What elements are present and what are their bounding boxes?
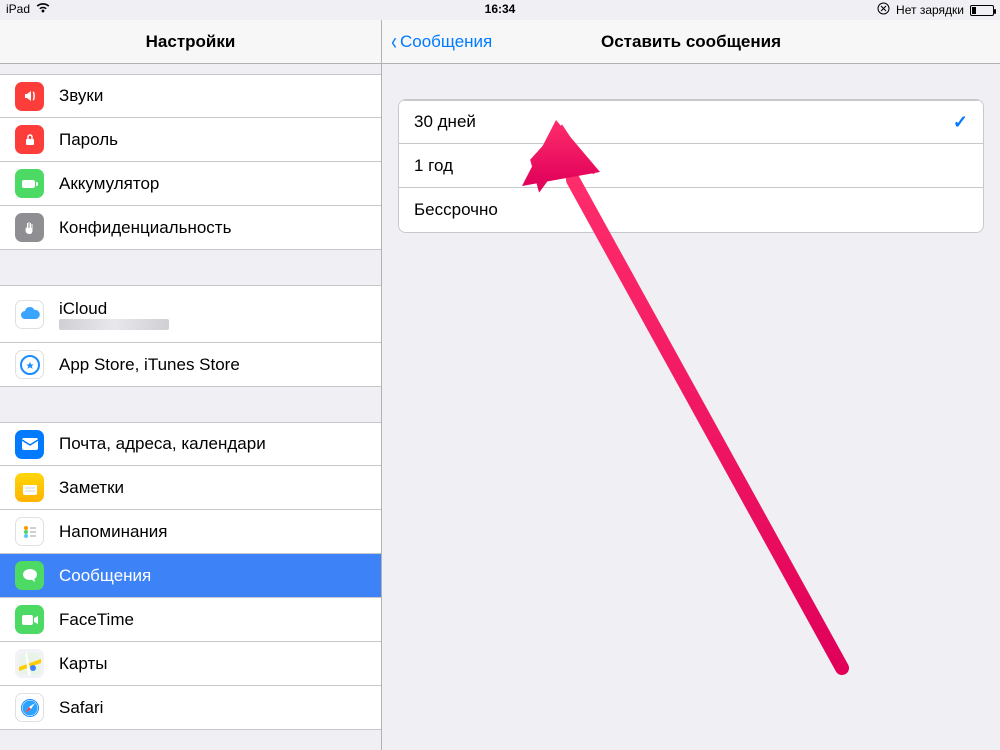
row-label: Карты [59, 654, 366, 674]
sidebar-item-battery[interactable]: Аккумулятор [0, 162, 381, 206]
sidebar-item-mail[interactable]: Почта, адреса, календари [0, 422, 381, 466]
sidebar-item-reminders[interactable]: Напоминания [0, 510, 381, 554]
option-label: 1 год [414, 156, 968, 176]
row-label: iCloud [59, 299, 169, 319]
option-label: Бессрочно [414, 200, 968, 220]
icloud-sub [59, 319, 169, 330]
not-charging-icon [877, 2, 890, 18]
charge-label: Нет зарядки [896, 3, 964, 17]
detail-pane: ‹ Сообщения Оставить сообщения 30 дней ✓… [382, 20, 1000, 750]
clock: 16:34 [0, 2, 1000, 16]
appstore-icon [15, 350, 44, 379]
row-label: Аккумулятор [59, 174, 366, 194]
sidebar-item-privacy[interactable]: Конфиденциальность [0, 206, 381, 250]
row-label: Звуки [59, 86, 366, 106]
status-bar: iPad 16:34 Нет зарядки [0, 0, 1000, 20]
lock-icon [15, 125, 44, 154]
row-label: Пароль [59, 130, 366, 150]
sidebar-header: Настройки [0, 20, 381, 64]
messages-icon [15, 561, 44, 590]
back-button[interactable]: ‹ Сообщения [382, 30, 492, 54]
back-label: Сообщения [400, 32, 492, 52]
row-label: App Store, iTunes Store [59, 355, 366, 375]
option-forever[interactable]: Бессрочно [399, 188, 983, 232]
sounds-icon [15, 82, 44, 111]
option-30-days[interactable]: 30 дней ✓ [399, 100, 983, 144]
cloud-icon [15, 300, 44, 329]
facetime-icon [15, 605, 44, 634]
sidebar-item-messages[interactable]: Сообщения [0, 554, 381, 598]
notes-icon [15, 473, 44, 502]
settings-sidebar: Настройки Звуки Пароль Аккумулятор [0, 20, 382, 750]
check-icon: ✓ [953, 112, 968, 133]
battery-icon [15, 169, 44, 198]
option-label: 30 дней [414, 112, 953, 132]
row-label: FaceTime [59, 610, 366, 630]
detail-navbar: ‹ Сообщения Оставить сообщения [382, 20, 1000, 64]
chevron-left-icon: ‹ [391, 30, 397, 54]
mail-icon [15, 430, 44, 459]
row-label: Почта, адреса, календари [59, 434, 366, 454]
row-label: Сообщения [59, 566, 366, 586]
sidebar-item-sounds[interactable]: Звуки [0, 74, 381, 118]
reminders-icon [15, 517, 44, 546]
sidebar-item-facetime[interactable]: FaceTime [0, 598, 381, 642]
hand-icon [15, 213, 44, 242]
battery-icon [970, 5, 994, 16]
keep-messages-options: 30 дней ✓ 1 год Бессрочно [398, 99, 984, 233]
maps-icon [15, 649, 44, 678]
sidebar-item-maps[interactable]: Карты [0, 642, 381, 686]
sidebar-item-store[interactable]: App Store, iTunes Store [0, 343, 381, 387]
row-label: Safari [59, 698, 366, 718]
row-label: Конфиденциальность [59, 218, 366, 238]
row-label: Заметки [59, 478, 366, 498]
safari-icon [15, 693, 44, 722]
sidebar-item-icloud[interactable]: iCloud [0, 285, 381, 343]
sidebar-title: Настройки [146, 32, 236, 52]
sidebar-item-safari[interactable]: Safari [0, 686, 381, 730]
option-1-year[interactable]: 1 год [399, 144, 983, 188]
row-label: Напоминания [59, 522, 366, 542]
sidebar-item-passcode[interactable]: Пароль [0, 118, 381, 162]
sidebar-item-notes[interactable]: Заметки [0, 466, 381, 510]
